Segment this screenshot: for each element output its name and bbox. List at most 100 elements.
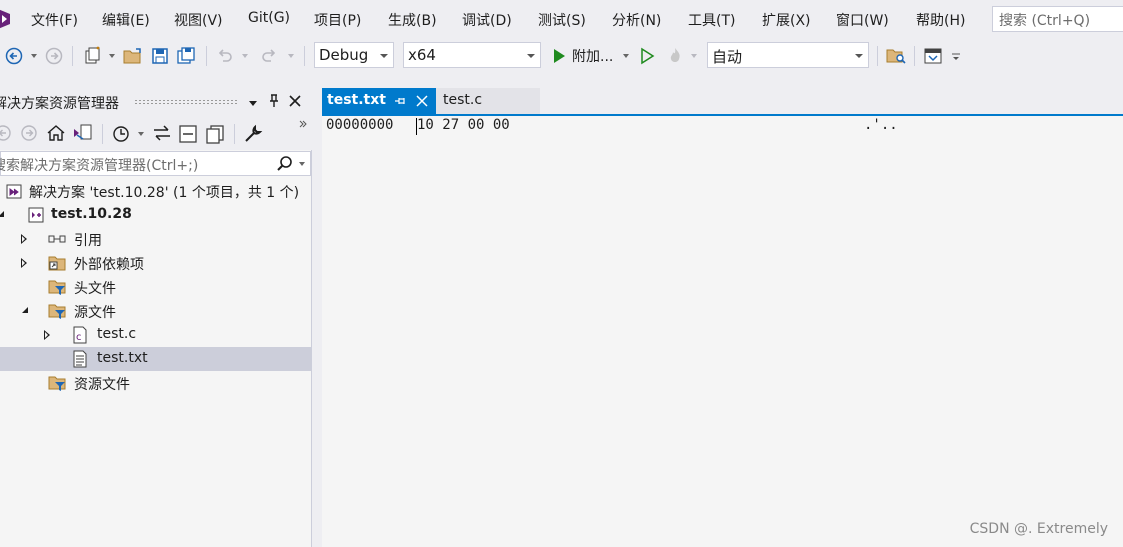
debug-target-dropdown[interactable]: 自动 — [707, 42, 869, 68]
solution-configuration-dropdown[interactable]: Debug — [314, 42, 394, 68]
menu-test[interactable]: 测试(S) — [538, 10, 586, 30]
home-icon[interactable] — [46, 123, 66, 147]
filter-folder-icon — [48, 376, 66, 391]
menu-view[interactable]: 视图(V) — [174, 10, 223, 30]
references-icon — [48, 235, 66, 243]
expanded-arrow-icon[interactable] — [22, 307, 28, 313]
tree-node-solution[interactable]: 解决方案 'test.10.28' (1 个项目，共 1 个) — [0, 179, 311, 203]
menu-git[interactable]: Git(G) — [248, 10, 290, 26]
forward-icon[interactable] — [44, 46, 64, 66]
tab-test-c[interactable]: test.c — [436, 88, 540, 114]
start-without-debug-icon[interactable] — [637, 46, 657, 66]
forward-icon[interactable] — [20, 124, 38, 146]
expanded-arrow-icon[interactable] — [0, 211, 4, 217]
menu-tools[interactable]: 工具(T) — [688, 10, 735, 30]
collapsed-arrow-icon[interactable] — [21, 258, 27, 268]
menu-file[interactable]: 文件(F) — [31, 10, 78, 30]
filter-folder-icon — [48, 280, 66, 295]
switch-views-icon[interactable] — [73, 123, 95, 147]
tab-test-txt[interactable]: test.txt — [322, 88, 436, 114]
attach-button[interactable]: 附加... — [572, 46, 620, 66]
search-options-arrow[interactable] — [299, 162, 305, 166]
search-icon[interactable] — [276, 155, 294, 177]
tab-label: test.txt — [327, 92, 386, 108]
redo-dropdown-arrow[interactable] — [286, 46, 296, 66]
search-box[interactable]: 搜索 (Ctrl+Q) — [992, 6, 1123, 32]
toolbar-overflow-icon[interactable] — [950, 46, 962, 66]
tree-node-test-c[interactable]: c test.c — [0, 323, 311, 347]
pending-changes-filter-icon[interactable] — [112, 124, 132, 148]
watermark: CSDN @. Extremely — [969, 521, 1108, 537]
menu-project[interactable]: 项目(P) — [314, 10, 361, 30]
tree-node-label: test.txt — [97, 350, 148, 366]
hot-reload-icon[interactable] — [664, 46, 686, 66]
find-in-files-icon[interactable] — [885, 46, 907, 66]
menu-help[interactable]: 帮助(H) — [916, 10, 965, 30]
menu-extensions[interactable]: 扩展(X) — [762, 10, 811, 30]
filter-folder-icon — [48, 304, 66, 319]
save-icon[interactable] — [149, 46, 171, 66]
save-all-icon[interactable] — [176, 46, 198, 66]
panel-options-icon[interactable] — [248, 96, 258, 112]
solution-platform-dropdown[interactable]: x64 — [403, 42, 541, 68]
tree-node-references[interactable]: 引用 — [0, 227, 311, 251]
project-icon — [28, 207, 44, 223]
new-project-icon[interactable] — [82, 46, 104, 66]
solution-explorer-toolbar — [0, 116, 312, 150]
redo-icon[interactable] — [258, 46, 280, 66]
menu-debug[interactable]: 调试(D) — [462, 10, 512, 30]
hex-editor[interactable]: 00000000 10 27 00 00 .'.. CSDN @. Extrem… — [322, 116, 1123, 547]
hot-reload-dropdown-arrow[interactable] — [689, 46, 699, 66]
collapsed-arrow-icon[interactable] — [21, 234, 27, 244]
solution-icon — [6, 184, 22, 199]
menu-bar: 文件(F) 编辑(E) 视图(V) Git(G) 项目(P) 生成(B) 调试(… — [0, 0, 1123, 38]
tree-node-resource-files[interactable]: 资源文件 — [0, 371, 311, 395]
tree-node-test-txt[interactable]: test.txt — [0, 347, 311, 371]
attach-label: 附加... — [572, 49, 614, 65]
tree-node-label: 外部依赖项 — [74, 257, 144, 273]
chevron-down-icon — [527, 54, 535, 58]
attach-dropdown-arrow[interactable] — [621, 46, 631, 66]
tree-node-source-files[interactable]: 源文件 — [0, 299, 311, 323]
tree-node-header-files[interactable]: 头文件 — [0, 275, 311, 299]
new-dropdown-arrow[interactable] — [107, 46, 117, 66]
tree-node-label: 源文件 — [74, 305, 116, 321]
back-dropdown-arrow[interactable] — [29, 46, 39, 66]
visual-studio-logo-icon — [0, 9, 10, 29]
close-icon[interactable] — [416, 95, 428, 111]
toolbar-overflow-icon[interactable] — [299, 120, 307, 131]
collapse-all-icon[interactable] — [178, 124, 198, 148]
layout-icon[interactable] — [922, 46, 944, 66]
undo-dropdown-arrow[interactable] — [240, 46, 250, 66]
solution-explorer-search-input[interactable]: 搜索解决方案资源管理器(Ctrl+;) — [0, 151, 311, 176]
undo-icon[interactable] — [214, 46, 236, 66]
pin-icon[interactable] — [394, 95, 406, 111]
collapsed-arrow-icon[interactable] — [44, 330, 50, 340]
tree-node-external-deps[interactable]: 外部依赖项 — [0, 251, 311, 275]
menu-edit[interactable]: 编辑(E) — [102, 10, 150, 30]
hex-bytes[interactable]: 10 27 00 00 — [417, 117, 510, 133]
solution-platform-value: x64 — [408, 46, 436, 64]
menu-analyze[interactable]: 分析(N) — [612, 10, 661, 30]
back-icon[interactable] — [0, 124, 12, 146]
menu-window[interactable]: 窗口(W) — [836, 10, 889, 30]
filter-dropdown-arrow[interactable] — [138, 132, 144, 136]
pin-icon[interactable] — [268, 94, 280, 112]
show-all-files-icon[interactable] — [205, 124, 225, 148]
hex-ascii[interactable]: .'.. — [864, 117, 898, 133]
tree-node-label: 引用 — [74, 233, 102, 249]
sync-with-active-document-icon[interactable] — [152, 124, 172, 146]
open-folder-icon[interactable] — [122, 46, 144, 66]
tree-node-project[interactable]: test.10.28 — [0, 203, 311, 227]
panel-grip[interactable] — [134, 99, 238, 105]
c-file-icon: c — [73, 326, 87, 344]
tree-node-label: test.c — [97, 326, 137, 342]
tree-node-label: 资源文件 — [74, 377, 130, 393]
start-icon[interactable] — [549, 46, 569, 66]
tree-node-label: test.10.28 — [51, 206, 132, 222]
properties-wrench-icon[interactable] — [243, 124, 263, 148]
back-icon[interactable] — [4, 46, 24, 66]
close-icon[interactable] — [289, 95, 301, 111]
menu-build[interactable]: 生成(B) — [388, 10, 437, 30]
solution-explorer-panel: 解决方案资源管理器 搜索解决方案资源管理器(Ctrl+;) 解决方案 'test… — [0, 88, 312, 547]
